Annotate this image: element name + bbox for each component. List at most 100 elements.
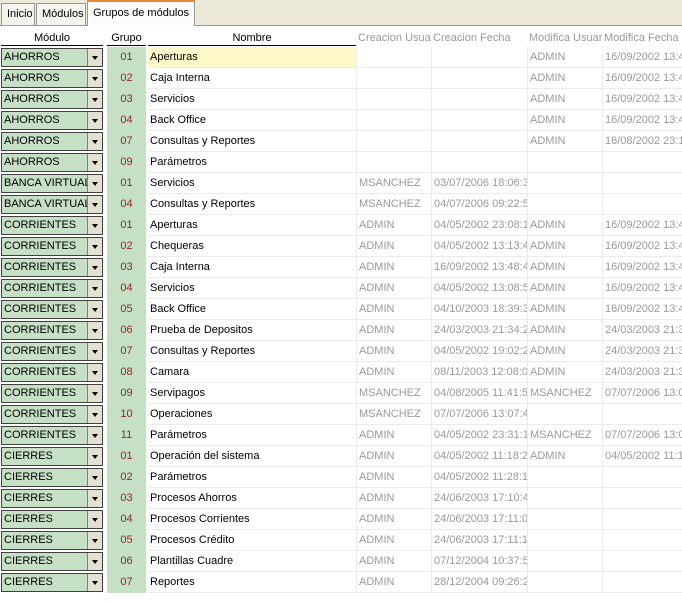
nombre-cell[interactable]: Operación del sistema: [148, 446, 356, 467]
creacion-usuario-cell[interactable]: ADMIN: [356, 551, 431, 572]
table-row[interactable]: AHORROS 04 Back Office ADMIN 16/09/2002 13:4: [0, 110, 682, 131]
dropdown-arrow-icon[interactable]: [87, 301, 102, 318]
column-header-creacion-usuario[interactable]: Creacion Usuario: [356, 30, 431, 46]
creacion-fecha-cell[interactable]: 04/05/2002 23:08:1: [431, 215, 527, 236]
modifica-fecha-cell[interactable]: 16/09/2002 13:4: [602, 215, 682, 236]
table-row[interactable]: CIERRES 05 Procesos Crédito ADMIN 24/06/2003…: [0, 530, 682, 551]
creacion-usuario-cell[interactable]: MSANCHEZ: [356, 194, 431, 215]
modifica-usuario-cell[interactable]: ADMIN: [527, 131, 602, 152]
creacion-usuario-cell[interactable]: ADMIN: [356, 320, 431, 341]
grupo-cell[interactable]: 04: [107, 278, 146, 299]
grupo-cell[interactable]: 09: [107, 383, 146, 404]
creacion-fecha-cell[interactable]: 16/09/2002 13:48:4: [431, 257, 527, 278]
dropdown-arrow-icon[interactable]: [87, 238, 102, 255]
grupo-cell[interactable]: 03: [107, 488, 146, 509]
creacion-usuario-cell[interactable]: MSANCHEZ: [356, 173, 431, 194]
creacion-fecha-cell[interactable]: 07/12/2004 10:37:5: [431, 551, 527, 572]
creacion-fecha-cell[interactable]: [431, 110, 527, 131]
grupo-cell[interactable]: 03: [107, 257, 146, 278]
modifica-fecha-cell[interactable]: [602, 551, 682, 572]
modifica-fecha-cell[interactable]: 16/09/2002 13:4: [602, 278, 682, 299]
creacion-fecha-cell[interactable]: 04/05/2002 11:18:2: [431, 446, 527, 467]
nombre-cell[interactable]: Servicios: [148, 278, 356, 299]
modulo-select[interactable]: CIERRES: [1, 447, 103, 466]
nombre-cell[interactable]: Plantillas Cuadre: [148, 551, 356, 572]
grupo-cell[interactable]: 05: [107, 299, 146, 320]
creacion-usuario-cell[interactable]: ADMIN: [356, 299, 431, 320]
nombre-cell[interactable]: Camara: [148, 362, 356, 383]
table-row[interactable]: CIERRES 02 Parámetros ADMIN 04/05/2002 11:28…: [0, 467, 682, 488]
dropdown-arrow-icon[interactable]: [87, 322, 102, 339]
modifica-fecha-cell[interactable]: 16/09/2002 13:4: [602, 257, 682, 278]
grupo-cell[interactable]: 08: [107, 362, 146, 383]
creacion-fecha-cell[interactable]: [431, 131, 527, 152]
nombre-cell[interactable]: Parámetros: [148, 425, 356, 446]
table-row[interactable]: BANCA VIRTUAL 01 Servicios MSANCHEZ 03/07/20…: [0, 173, 682, 194]
dropdown-arrow-icon[interactable]: [87, 217, 102, 234]
grupo-cell[interactable]: 01: [107, 47, 146, 68]
nombre-cell[interactable]: Servicios: [148, 173, 356, 194]
creacion-usuario-cell[interactable]: [356, 131, 431, 152]
dropdown-arrow-icon[interactable]: [87, 511, 102, 528]
table-row[interactable]: AHORROS 03 Servicios ADMIN 16/09/2002 13:4: [0, 89, 682, 110]
modifica-fecha-cell[interactable]: [602, 572, 682, 593]
modifica-usuario-cell[interactable]: [527, 173, 602, 194]
creacion-usuario-cell[interactable]: MSANCHEZ: [356, 404, 431, 425]
modifica-fecha-cell[interactable]: [602, 488, 682, 509]
creacion-fecha-cell[interactable]: [431, 152, 527, 173]
modifica-fecha-cell[interactable]: [602, 509, 682, 530]
creacion-usuario-cell[interactable]: [356, 89, 431, 110]
grupo-cell[interactable]: 10: [107, 404, 146, 425]
grupo-cell[interactable]: 07: [107, 572, 146, 593]
modifica-usuario-cell[interactable]: [527, 404, 602, 425]
nombre-cell[interactable]: Reportes: [148, 572, 356, 593]
grupo-cell[interactable]: 06: [107, 551, 146, 572]
modulo-select[interactable]: CIERRES: [1, 489, 103, 508]
modifica-usuario-cell[interactable]: ADMIN: [527, 89, 602, 110]
column-header-modifica-fecha[interactable]: Modifica Fecha: [602, 30, 682, 46]
creacion-fecha-cell[interactable]: 04/05/2002 13:08:5: [431, 278, 527, 299]
tab-grupos-de-modulos[interactable]: Grupos de módulos: [87, 0, 195, 26]
modulo-select[interactable]: AHORROS: [1, 153, 103, 172]
modifica-usuario-cell[interactable]: ADMIN: [527, 446, 602, 467]
dropdown-arrow-icon[interactable]: [87, 385, 102, 402]
nombre-cell[interactable]: Operaciones: [148, 404, 356, 425]
grupo-cell[interactable]: 01: [107, 173, 146, 194]
dropdown-arrow-icon[interactable]: [87, 133, 102, 150]
grupo-cell[interactable]: 01: [107, 215, 146, 236]
creacion-fecha-cell[interactable]: 04/05/2002 23:31:1: [431, 425, 527, 446]
table-row[interactable]: CIERRES 04 Procesos Corrientes ADMIN 24/06/2…: [0, 509, 682, 530]
nombre-cell[interactable]: Procesos Crédito: [148, 530, 356, 551]
nombre-cell[interactable]: Servicios: [148, 89, 356, 110]
modifica-fecha-cell[interactable]: [602, 152, 682, 173]
creacion-fecha-cell[interactable]: 24/06/2003 17:10:4: [431, 488, 527, 509]
creacion-fecha-cell[interactable]: 24/06/2003 17:11:0: [431, 509, 527, 530]
modifica-fecha-cell[interactable]: 16/09/2002 13:4: [602, 89, 682, 110]
table-row[interactable]: CORRIENTES 04 Servicios ADMIN 04/05/2002 13:…: [0, 278, 682, 299]
modifica-fecha-cell[interactable]: 24/03/2003 21:3: [602, 362, 682, 383]
modifica-usuario-cell[interactable]: [527, 467, 602, 488]
dropdown-arrow-icon[interactable]: [87, 490, 102, 507]
modulo-select[interactable]: CIERRES: [1, 552, 103, 571]
creacion-fecha-cell[interactable]: 08/11/2003 12:08:0: [431, 362, 527, 383]
table-row[interactable]: CORRIENTES 07 Consultas y Reportes ADMIN 04/…: [0, 341, 682, 362]
creacion-usuario-cell[interactable]: [356, 68, 431, 89]
modifica-usuario-cell[interactable]: [527, 194, 602, 215]
modifica-usuario-cell[interactable]: [527, 530, 602, 551]
modulo-select[interactable]: CIERRES: [1, 510, 103, 529]
creacion-usuario-cell[interactable]: ADMIN: [356, 467, 431, 488]
grupo-cell[interactable]: 04: [107, 194, 146, 215]
table-row[interactable]: CIERRES 03 Procesos Ahorros ADMIN 24/06/2003…: [0, 488, 682, 509]
nombre-cell[interactable]: Consultas y Reportes: [148, 131, 356, 152]
modifica-usuario-cell[interactable]: ADMIN: [527, 215, 602, 236]
grupo-cell[interactable]: 02: [107, 236, 146, 257]
nombre-cell[interactable]: Back Office: [148, 110, 356, 131]
grupo-cell[interactable]: 07: [107, 341, 146, 362]
modifica-usuario-cell[interactable]: [527, 152, 602, 173]
creacion-usuario-cell[interactable]: ADMIN: [356, 572, 431, 593]
nombre-cell[interactable]: Servipagos: [148, 383, 356, 404]
modifica-fecha-cell[interactable]: 16/09/2002 13:4: [602, 110, 682, 131]
modifica-usuario-cell[interactable]: ADMIN: [527, 68, 602, 89]
tab-modulos[interactable]: Módulos: [36, 3, 86, 25]
grupo-cell[interactable]: 05: [107, 530, 146, 551]
